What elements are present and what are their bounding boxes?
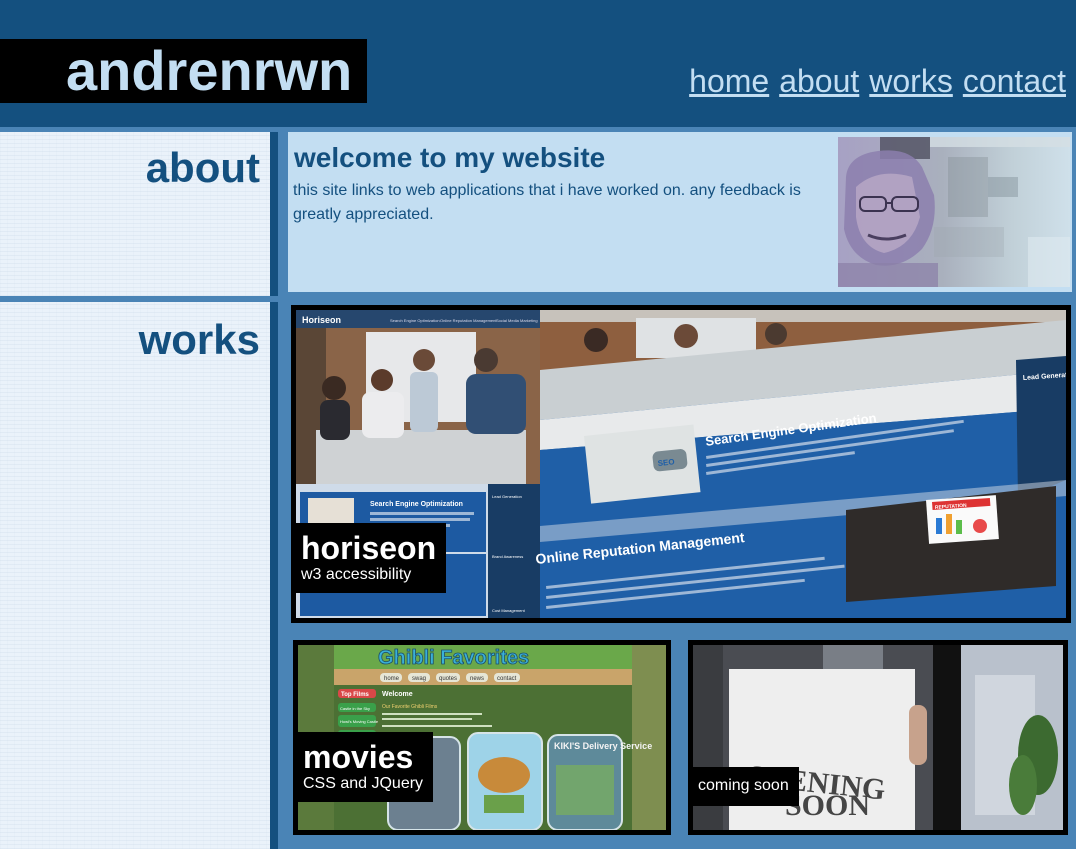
- profile-photo-art: [838, 137, 1070, 287]
- about-sidebar: about: [0, 132, 270, 296]
- horiseon-seo-small: Search Engine Optimization: [370, 501, 463, 508]
- horiseon-title[interactable]: horiseon: [301, 531, 436, 565]
- coming-soon-caption: coming soon: [691, 767, 799, 806]
- horiseon-lead-gen: Lead Generation: [492, 494, 522, 499]
- horiseon-nav-1: Search Engine Optimization: [390, 318, 440, 323]
- ghibli-nav-3: quotes: [439, 676, 457, 682]
- ghibli-nav-2: swag: [412, 676, 426, 682]
- ghibli-nav-1: home: [384, 676, 400, 682]
- nav-link-home[interactable]: home: [689, 62, 769, 100]
- movies-title[interactable]: movies: [303, 740, 423, 774]
- works-heading: works: [138, 316, 260, 363]
- welcome-title: welcome to my website: [294, 142, 606, 173]
- ghibli-subtitle: Our Favorite Ghibli Films: [382, 704, 438, 710]
- nav-link-about[interactable]: about: [779, 62, 859, 100]
- about-panel: welcome to my website this site links to…: [288, 132, 1072, 292]
- site-brand[interactable]: andrenrwn: [0, 39, 367, 103]
- nav-link-works[interactable]: works: [869, 62, 953, 100]
- ghibli-kiki: KIKI'S Delivery Service: [554, 741, 652, 751]
- ghibli-menu-top: Top Films: [341, 692, 370, 698]
- main-nav: home about works contact: [689, 62, 1066, 100]
- profile-photo: [838, 137, 1070, 287]
- work-card-coming-soon[interactable]: OPENING SOON coming soon: [688, 640, 1068, 835]
- site-header: andrenrwn home about works contact: [0, 0, 1076, 127]
- ghibli-nav-4: news: [470, 676, 484, 682]
- about-divider: [270, 132, 278, 296]
- work-card-horiseon[interactable]: Horiseon Search Engine Optimization Onli…: [291, 305, 1071, 623]
- about-heading: about: [145, 144, 260, 191]
- works-sidebar: works: [0, 302, 270, 849]
- horiseon-nav-3: Social Media Marketing: [496, 318, 538, 323]
- works-divider: [270, 302, 278, 849]
- ghibli-nav-5: contact: [497, 676, 517, 682]
- ghibli-title: Ghibli Favorites: [378, 647, 529, 669]
- ghibli-menu-2: Howl's Moving Castle: [340, 719, 379, 724]
- work-card-movies[interactable]: Ghibli Favorites home swag quotes news c…: [293, 640, 671, 835]
- ghibli-welcome: Welcome: [382, 691, 413, 698]
- horiseon-subtitle: w3 accessibility: [301, 566, 412, 583]
- horiseon-brand-awareness: Brand Awareness: [492, 554, 523, 559]
- horiseon-seo-badge: SEO: [657, 457, 675, 468]
- nav-link-contact[interactable]: contact: [963, 62, 1066, 100]
- horiseon-caption: horiseon w3 accessibility: [293, 523, 447, 593]
- movies-caption: movies CSS and JQuery: [297, 732, 434, 802]
- ghibli-menu-1: Castle in the Sky: [340, 706, 370, 711]
- horiseon-nav-2: Online Reputation Management: [440, 318, 497, 323]
- horiseon-cost-mgmt: Cost Management: [492, 608, 526, 613]
- movies-subtitle: CSS and JQuery: [303, 775, 424, 792]
- horiseon-brand: Horiseon: [302, 315, 341, 325]
- coming-soon-subtitle: coming soon: [698, 777, 789, 794]
- welcome-text: this site links to web applications that…: [293, 182, 801, 223]
